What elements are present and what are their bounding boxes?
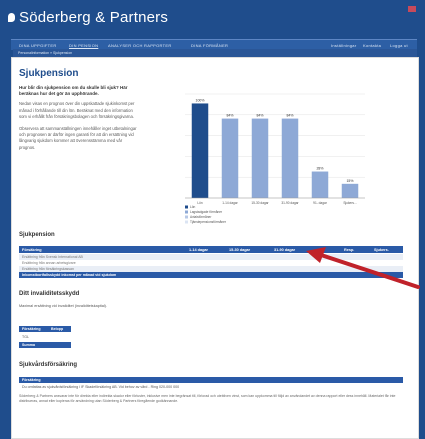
chart-category-label-1: 1-14 dagar <box>222 201 238 205</box>
chart-data-label-5: 15% <box>346 179 353 183</box>
chart-bar-1 <box>221 118 239 198</box>
col-forsakring: Försäkring <box>22 247 42 252</box>
page-title: Sjukpension <box>19 68 79 79</box>
chart-bar-5 <box>341 183 359 198</box>
intro-paragraph-1: Nedan visas en prognos över din uppskatt… <box>19 101 135 119</box>
col-1-14: 1-14 dagar <box>189 247 208 252</box>
nav-item-formaner[interactable]: DINA FÖRMÅNER <box>191 43 228 48</box>
chart-category-label-5: Sjukers... <box>343 201 356 205</box>
leaf-icon <box>8 13 15 22</box>
red-arrow-annotation <box>306 247 420 289</box>
chart-category-label-3: 31-90 dagar <box>281 201 299 205</box>
language-flag-icon[interactable] <box>408 6 416 12</box>
col-31-90: 31-90 dagar <box>274 247 296 252</box>
chart-bar-0 <box>191 103 209 198</box>
col-invalid-forsakring: Försäkring <box>22 327 41 331</box>
chart-data-label-3: 84% <box>286 114 293 118</box>
invalid-row: TGL <box>22 335 29 339</box>
chart-data-label-0: 100% <box>196 98 205 102</box>
legend-swatch-2 <box>185 215 188 219</box>
nav-item-dina-uppgifter[interactable]: DINA UPPGIFTER <box>19 43 57 48</box>
top-bar: Söderberg & Partners <box>0 0 425 32</box>
invalid-desc: Maximal ersättning vid invaliditet (inva… <box>19 304 107 308</box>
col-15-30: 15-30 dagar <box>229 247 251 252</box>
care-header: Försäkring <box>19 377 403 383</box>
chart-category-label-4: 91- dagar <box>313 201 328 205</box>
legend-label-3: Tjänstepensionsförmåner <box>190 220 227 224</box>
col-invalid-belopp: Belopp <box>51 327 64 331</box>
invalid-total: Summa <box>19 342 71 348</box>
chart-bar-4 <box>311 171 329 198</box>
intro-heading: Hur blir din sjukpension om du skulle bl… <box>19 85 128 97</box>
chart-bar-3 <box>281 118 299 198</box>
brand-logo[interactable]: Söderberg & Partners <box>8 9 168 26</box>
chart-data-label-4: 28% <box>316 167 323 171</box>
breadcrumb-text[interactable]: Personalinformation » Sjukpension <box>18 51 72 55</box>
chart-category-label-0: Lön <box>197 201 203 205</box>
sickness-chart: 100% Lön 84% 1-14 dagar 84% 15-30 dagar 84% 31-… <box>185 93 365 224</box>
nav-item-din-pension[interactable]: DIN PENSION <box>69 43 98 48</box>
invalid-section-title: Ditt invaliditetsskydd <box>19 291 80 297</box>
intro-text: Hur blir din sjukpension om du skulle bl… <box>19 85 139 157</box>
nav-link-installningar[interactable]: Inställningar <box>331 43 356 48</box>
breadcrumb: Personalinformation » Sjukpension <box>13 49 417 57</box>
nav-link-kontakta[interactable]: Kontakta <box>363 43 381 48</box>
invalid-header: Försäkring Belopp <box>19 326 71 332</box>
legend-label-1: Lagstadgade förmåner <box>190 210 223 214</box>
legend-label-2: Avtalsförmåner <box>190 215 212 219</box>
chart-data-label-2: 84% <box>256 114 263 118</box>
table-section-title: Sjukpension <box>19 232 55 238</box>
disclaimer: Söderberg & Partners ansvarar inte för d… <box>19 394 396 403</box>
legend-swatch-3 <box>185 220 188 224</box>
legend-label-0: Lön <box>190 205 196 209</box>
nav-item-analyser[interactable]: ANALYSER OCH RAPPORTER <box>108 43 172 48</box>
care-section-title: Sjukvårdsförsäkring <box>19 362 78 368</box>
chart-category-label-2: 15-30 dagar <box>251 201 269 205</box>
care-row: Du omfattas av sjukvårdsförsäkring i IF … <box>22 385 180 389</box>
chart-data-label-1: 84% <box>226 114 233 118</box>
intro-paragraph-2: Observera att sammanställningen innehåll… <box>19 126 137 150</box>
legend-swatch-1 <box>185 210 188 214</box>
chart-bar-2 <box>251 118 269 198</box>
legend-swatch-0 <box>185 205 188 209</box>
brand-name: Söderberg & Partners <box>19 9 169 26</box>
nav-link-logga-ut[interactable]: Logga ut <box>390 43 408 48</box>
